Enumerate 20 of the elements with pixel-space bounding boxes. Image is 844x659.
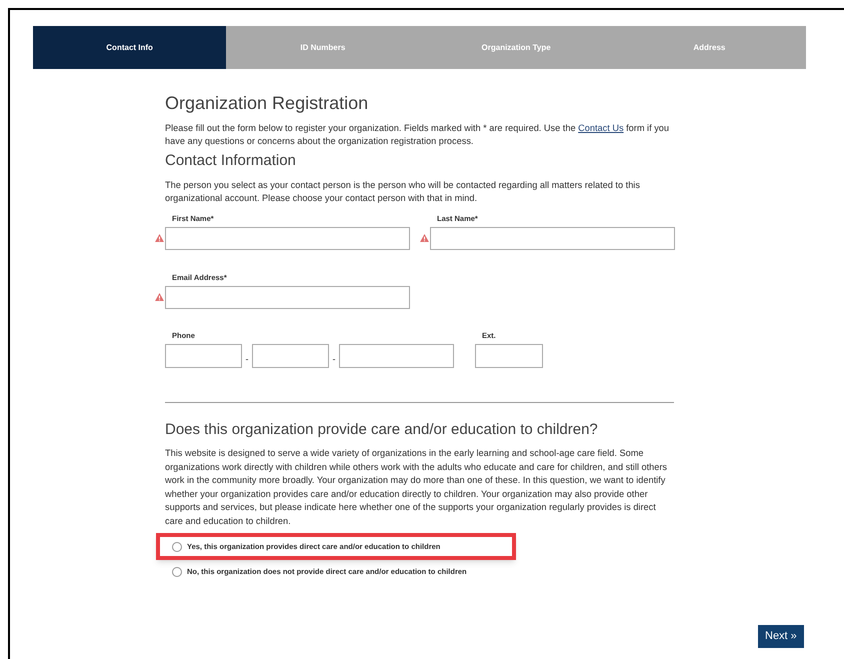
- contact-us-link[interactable]: Contact Us: [578, 123, 624, 133]
- page-title: Organization Registration: [165, 92, 370, 115]
- text-field[interactable]: [165, 286, 410, 309]
- radio-button[interactable]: [172, 542, 182, 552]
- separator-text: -: [244, 353, 250, 366]
- intro-text: Please fill out the form below to register your organization. Fields marked with * are required. Use the Contact Us form if you have any questions or concerns about the organization registration process.: [165, 122, 670, 148]
- radio-button[interactable]: [172, 566, 182, 576]
- extension-field[interactable]: [475, 344, 543, 368]
- step-tab[interactable]: Contact Info: [33, 26, 226, 69]
- phone-area-field[interactable]: [165, 344, 242, 368]
- phone-number-field[interactable]: [339, 344, 454, 368]
- text-field[interactable]: [165, 227, 410, 250]
- section-description: The person you select as your contact person is the person who will be contacted regarding all matters related to this organizational account. Please choose your contact person with that in mind.: [165, 179, 641, 205]
- text-field[interactable]: [430, 227, 675, 250]
- section-heading: Contact Information: [165, 151, 297, 171]
- separator-text: -: [332, 353, 336, 366]
- question-description: This website is designed to serve a wide variety of organizations in the early learning and school-age care field. Some organizations work directly with children while others work with the adults who educate and care for children, and still others work in the community more broadly. Your organization may do more than one of these. In this question, we want to identify whether your organization provides care and/or education directly to children. Your organization may also provide other supports and services, but please indicate here whether one of the supports your organization regularly provides is direct care and education to children.: [165, 447, 668, 528]
- phone-prefix-field[interactable]: [252, 344, 329, 368]
- next-button[interactable]: Next »: [758, 625, 804, 648]
- question-heading: Does this organization provide care and/or education to children?: [165, 420, 599, 440]
